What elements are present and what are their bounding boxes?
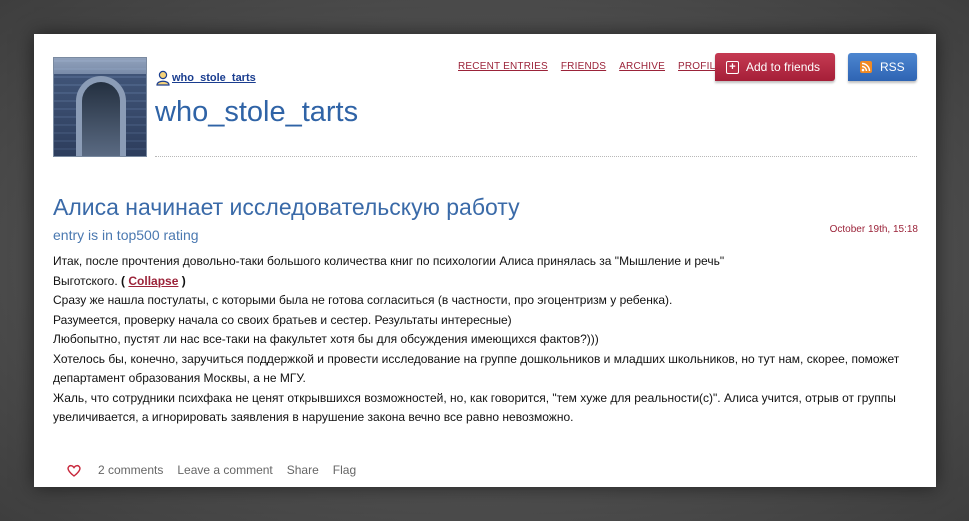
- entry-line: Итак, после прочтения довольно-таки боль…: [53, 254, 725, 268]
- entry-line-text: Выготского.: [53, 273, 118, 288]
- nav-friends[interactable]: FRIENDS: [561, 61, 606, 72]
- add-to-friends-label: Add to friends: [746, 60, 821, 74]
- share-link[interactable]: Share: [287, 463, 319, 477]
- user-link[interactable]: who_stole_tarts: [156, 70, 256, 86]
- header-divider: [155, 156, 917, 157]
- plus-icon: +: [726, 60, 739, 74]
- entry-body: Итак, после прочтения довольно-таки боль…: [53, 252, 923, 428]
- rss-button[interactable]: RSS: [848, 53, 917, 81]
- comments-link[interactable]: 2 comments: [98, 463, 163, 477]
- entry-paragraph: Хотелось бы, конечно, заручиться поддерж…: [53, 351, 900, 386]
- entry-footer: 2 comments Leave a comment Share Flag: [67, 463, 370, 477]
- entry-title[interactable]: Алиса начинает исследовательскую работу: [53, 194, 520, 221]
- journal-page: who_stole_tarts who_stole_tarts RECENT E…: [34, 34, 936, 487]
- nav-archive[interactable]: ARCHIVE: [619, 61, 665, 72]
- journal-nav: RECENT ENTRIES FRIENDS ARCHIVE PROFILE: [458, 61, 722, 72]
- entry-line: Выготского. ( Collapse ): [53, 272, 923, 292]
- rss-label: RSS: [880, 60, 905, 74]
- journal-avatar[interactable]: [53, 57, 147, 157]
- collapse-link[interactable]: Collapse: [128, 274, 178, 288]
- entry-paragraph: Разумеется, проверку начала со своих бра…: [53, 312, 512, 327]
- journal-title[interactable]: who_stole_tarts: [155, 96, 358, 129]
- entry-rating-note: entry is in top500 rating: [53, 227, 199, 243]
- entry-paragraph: Жаль, что сотрудники психфака не ценят о…: [53, 390, 896, 425]
- collapse-control: ( Collapse ): [121, 274, 186, 288]
- leave-comment-link[interactable]: Leave a comment: [177, 463, 272, 477]
- add-to-friends-button[interactable]: + Add to friends: [715, 53, 835, 81]
- rss-icon: [860, 61, 872, 73]
- avatar-sky: [54, 58, 146, 74]
- nav-recent-entries[interactable]: RECENT ENTRIES: [458, 61, 548, 72]
- entry-date: October 19th, 15:18: [829, 224, 918, 235]
- username-link[interactable]: who_stole_tarts: [172, 72, 256, 84]
- entry-paragraph: Любопытно, пустят ли нас все-таки на фак…: [53, 332, 599, 346]
- collapse-close-paren: ): [181, 273, 186, 288]
- entry-paragraph: Сразу же нашла постулаты, с которыми был…: [53, 293, 673, 307]
- collapse-open-paren: (: [121, 273, 126, 288]
- heart-icon[interactable]: [67, 464, 81, 477]
- user-icon: [156, 70, 170, 86]
- avatar-arch: [76, 76, 126, 156]
- flag-link[interactable]: Flag: [333, 463, 356, 477]
